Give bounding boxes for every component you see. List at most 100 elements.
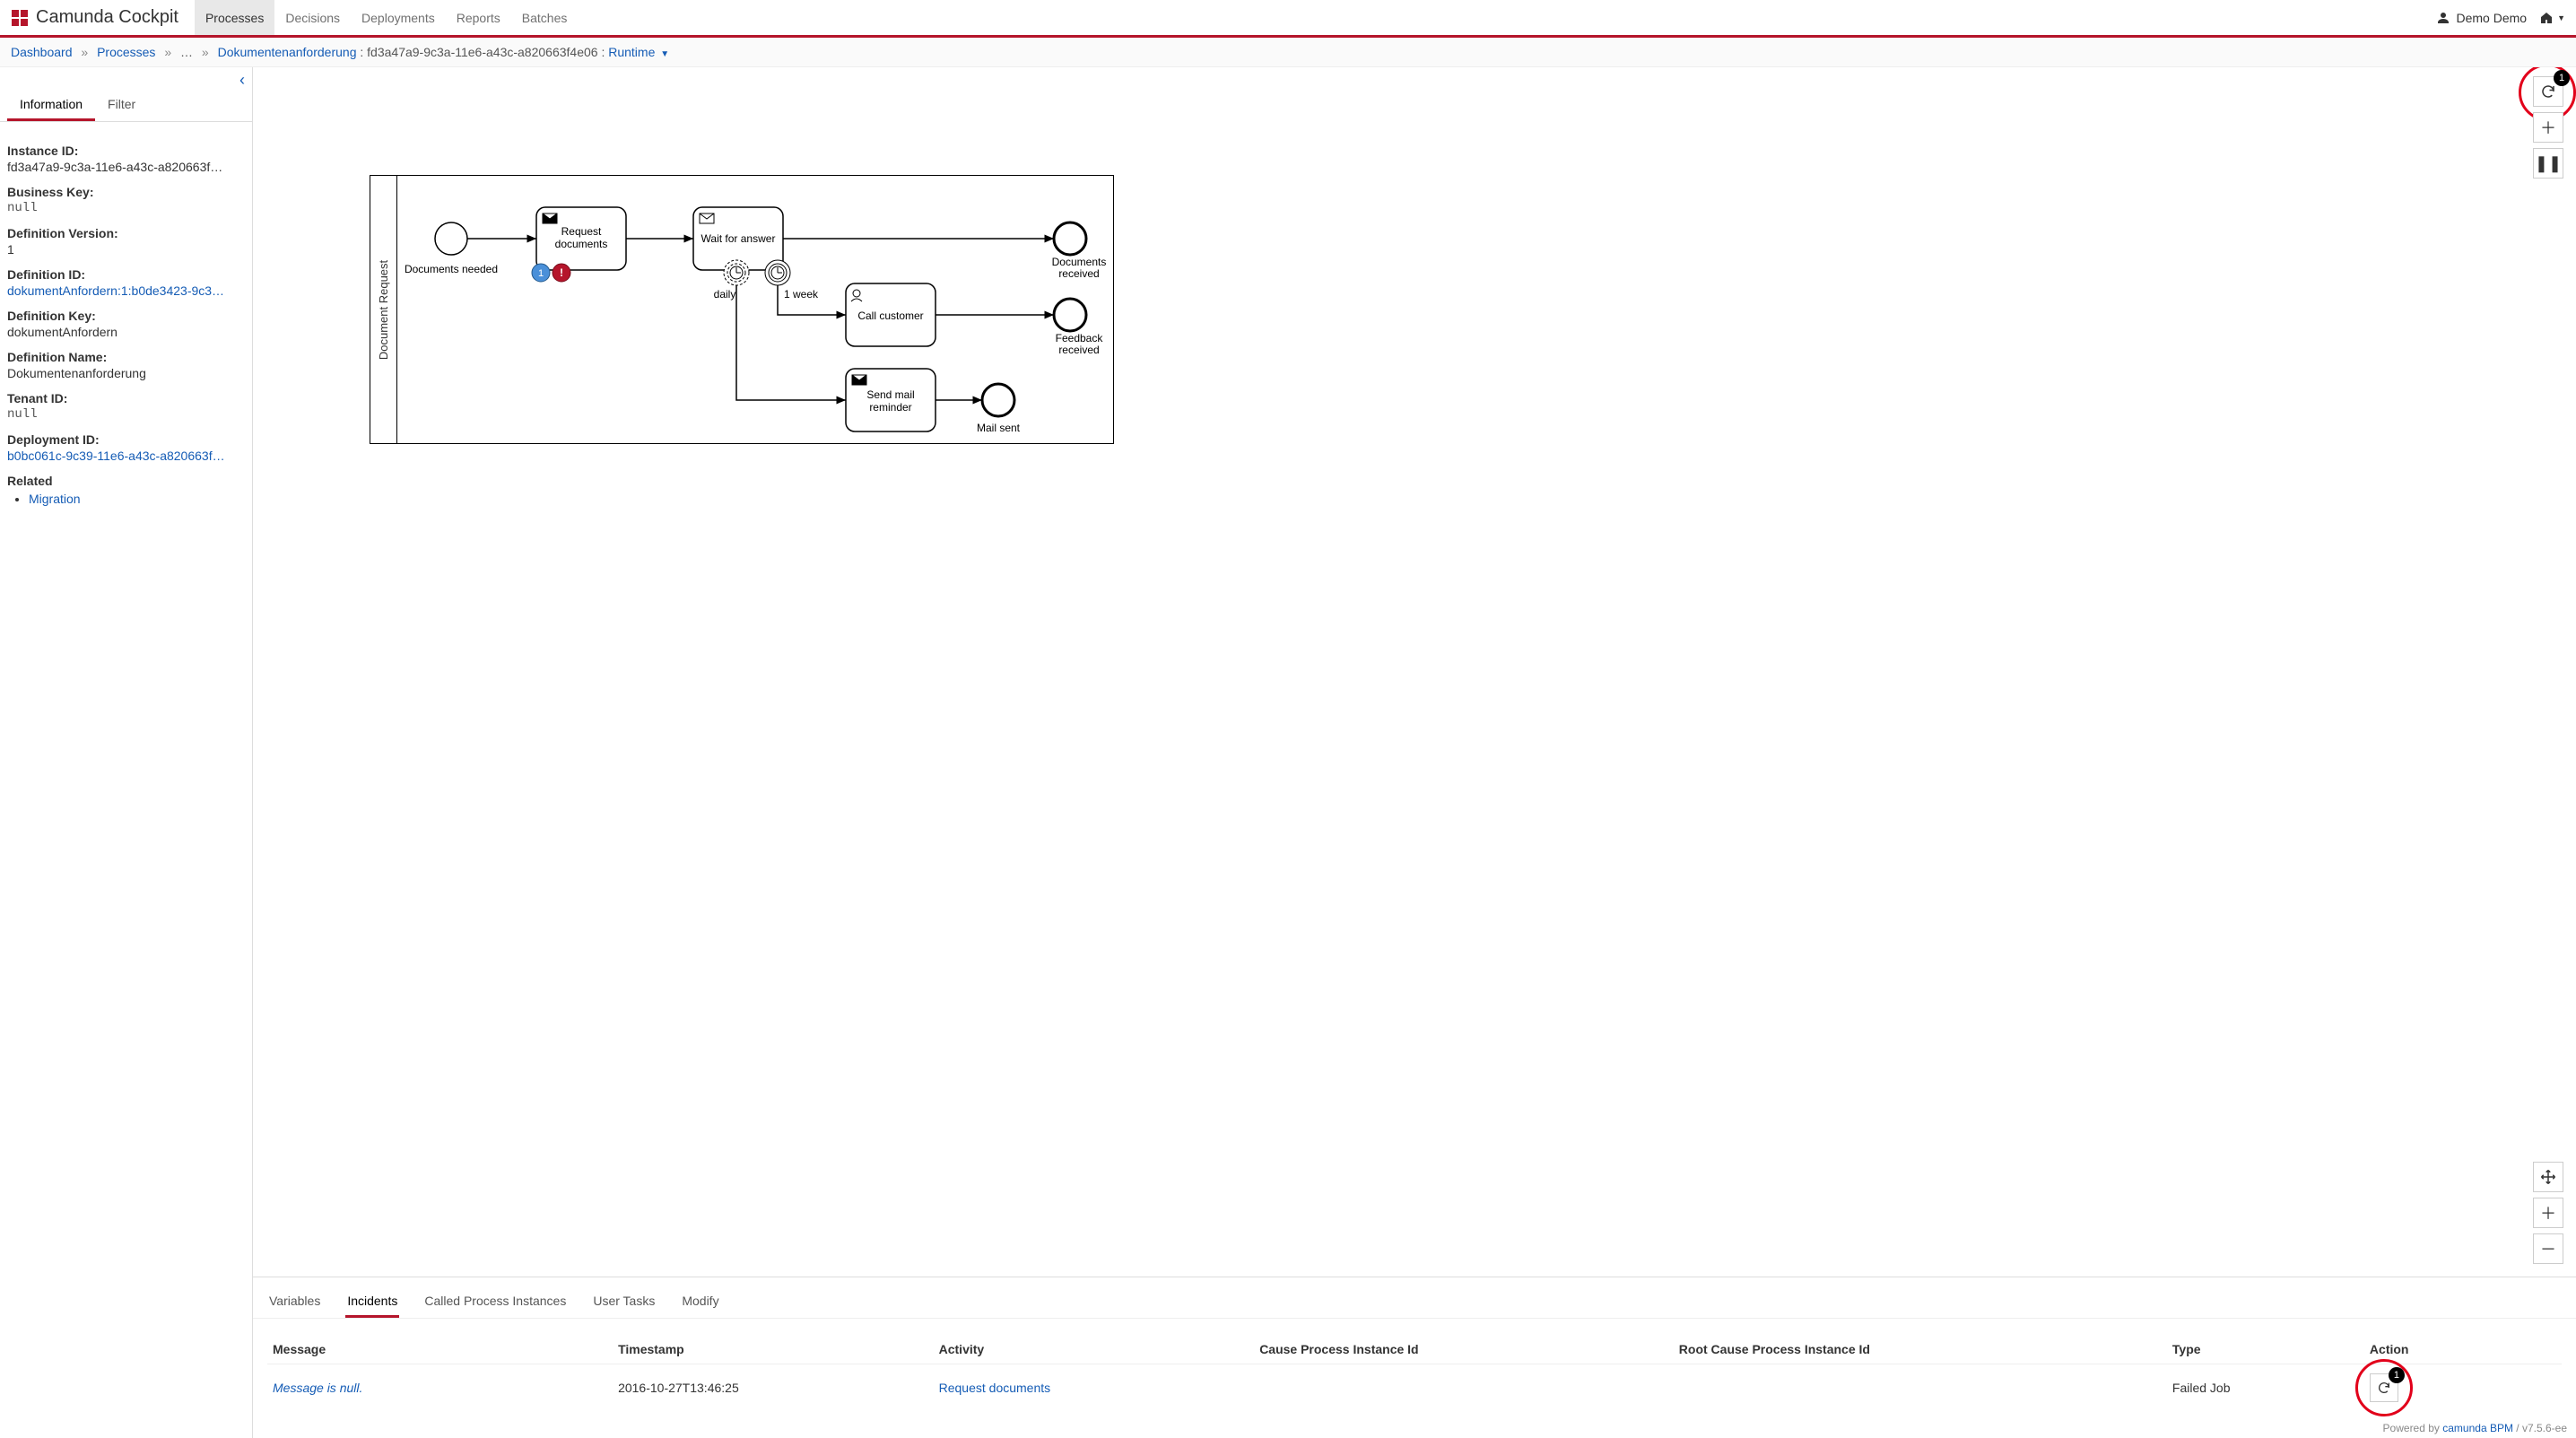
pool-label: Document Request bbox=[370, 176, 397, 443]
end-mail-label: Mail sent bbox=[977, 422, 1021, 434]
breadcrumb-instance-id: fd3a47a9-9c3a-11e6-a43c-a820663f4e06 bbox=[367, 45, 597, 59]
incident-type: Failed Job bbox=[2167, 1364, 2364, 1412]
nav-tab-batches[interactable]: Batches bbox=[511, 0, 579, 35]
incident-root-cause bbox=[1674, 1364, 2167, 1412]
pause-icon: ❚❚ bbox=[2535, 154, 2562, 173]
nav-tab-decisions[interactable]: Decisions bbox=[274, 0, 351, 35]
value-def-version: 1 bbox=[7, 242, 245, 257]
timer-daily-label: daily bbox=[714, 288, 736, 301]
token-count: 1 bbox=[538, 268, 544, 279]
sidebar-collapse[interactable]: ‹ bbox=[0, 67, 252, 90]
bpmn-diagram[interactable]: Document Request Documents needed Reques… bbox=[370, 175, 1114, 444]
nav-tabs: Processes Decisions Deployments Reports … bbox=[195, 0, 578, 35]
task-call-label: Call customer bbox=[857, 309, 923, 322]
app-switcher[interactable]: ▼ bbox=[2539, 11, 2565, 25]
end-event-feedback[interactable] bbox=[1054, 299, 1086, 331]
value-def-id[interactable]: dokumentAnfordern:1:b0de3423-9c3… bbox=[7, 283, 224, 298]
refresh-badge: 1 bbox=[2554, 70, 2570, 86]
task-wait-label: Wait for answer bbox=[701, 232, 776, 245]
end-docs-label2: received bbox=[1058, 267, 1099, 280]
link-migration[interactable]: Migration bbox=[29, 492, 81, 506]
value-business-key: null bbox=[7, 201, 245, 215]
end-docs-label1: Documents bbox=[1052, 256, 1107, 268]
breadcrumb-processes[interactable]: Processes bbox=[97, 45, 155, 59]
refresh-icon bbox=[2540, 83, 2556, 100]
breadcrumb-process-def[interactable]: Dokumentenanforderung bbox=[218, 45, 357, 59]
breadcrumb: Dashboard » Processes » … » Dokumentenan… bbox=[0, 38, 2576, 67]
brand-logo-icon bbox=[11, 9, 29, 27]
home-icon bbox=[2539, 11, 2554, 25]
plus-icon: ＋ bbox=[2540, 1201, 2556, 1224]
label-tenant-id: Tenant ID: bbox=[7, 391, 245, 405]
end-feedback-label1: Feedback bbox=[1056, 332, 1104, 344]
value-tenant-id: null bbox=[7, 407, 245, 422]
start-event-label: Documents needed bbox=[405, 263, 498, 275]
end-event-mail[interactable] bbox=[982, 384, 1014, 416]
task-request-label2: documents bbox=[555, 238, 608, 250]
th-cause[interactable]: Cause Process Instance Id bbox=[1254, 1335, 1674, 1364]
tab-user-tasks[interactable]: User Tasks bbox=[591, 1286, 657, 1318]
task-reminder-label2: reminder bbox=[869, 401, 911, 414]
incident-timestamp: 2016-10-27T13:46:25 bbox=[613, 1364, 934, 1412]
tab-called-instances[interactable]: Called Process Instances bbox=[422, 1286, 568, 1318]
timer-week-label: 1 week bbox=[784, 288, 819, 301]
sidebar-tab-filter[interactable]: Filter bbox=[95, 90, 148, 121]
value-instance-id: fd3a47a9-9c3a-11e6-a43c-a820663f… bbox=[7, 160, 245, 174]
sidebar-tab-information[interactable]: Information bbox=[7, 90, 95, 121]
th-timestamp[interactable]: Timestamp bbox=[613, 1335, 934, 1364]
incident-row: Message is null. 2016-10-27T13:46:25 Req… bbox=[267, 1364, 2562, 1412]
value-deployment-id[interactable]: b0bc061c-9c39-11e6-a43c-a820663f… bbox=[7, 449, 225, 463]
label-related: Related bbox=[7, 474, 245, 488]
task-reminder-label1: Send mail bbox=[866, 388, 914, 401]
th-action[interactable]: Action bbox=[2364, 1335, 2562, 1364]
end-feedback-label2: received bbox=[1058, 344, 1099, 356]
incidents-table: Message Timestamp Activity Cause Process… bbox=[267, 1335, 2562, 1411]
breadcrumb-dashboard[interactable]: Dashboard bbox=[11, 45, 73, 59]
sidebar: ‹ Information Filter Instance ID: fd3a47… bbox=[0, 67, 253, 1438]
label-def-name: Definition Name: bbox=[7, 350, 245, 364]
label-def-version: Definition Version: bbox=[7, 226, 245, 240]
breadcrumb-ellipsis: … bbox=[180, 45, 193, 59]
value-def-name: Dokumentenanforderung bbox=[7, 366, 245, 380]
retry-job-button[interactable]: 1 bbox=[2370, 1373, 2398, 1402]
label-deployment-id: Deployment ID: bbox=[7, 432, 245, 447]
label-def-id: Definition ID: bbox=[7, 267, 245, 282]
suspend-button[interactable]: ❚❚ bbox=[2533, 148, 2563, 179]
value-def-key: dokumentAnfordern bbox=[7, 325, 245, 339]
th-message[interactable]: Message bbox=[267, 1335, 613, 1364]
top-navbar: Camunda Cockpit Processes Decisions Depl… bbox=[0, 0, 2576, 38]
main-area: 1 ＋ ❚❚ ＋ － Document Request bbox=[253, 67, 2576, 1438]
refresh-button[interactable]: 1 bbox=[2533, 76, 2563, 107]
incident-mark: ! bbox=[560, 266, 563, 279]
zoom-in-button[interactable]: ＋ bbox=[2533, 1198, 2563, 1228]
user-name: Demo Demo bbox=[2456, 11, 2527, 25]
incident-message[interactable]: Message is null. bbox=[273, 1381, 362, 1395]
end-event-documents[interactable] bbox=[1054, 222, 1086, 255]
nav-tab-reports[interactable]: Reports bbox=[446, 0, 511, 35]
brand-text: Camunda Cockpit bbox=[36, 7, 178, 28]
tab-modify[interactable]: Modify bbox=[680, 1286, 720, 1318]
label-instance-id: Instance ID: bbox=[7, 144, 245, 158]
diagram-area[interactable]: 1 ＋ ❚❚ ＋ － Document Request bbox=[253, 67, 2576, 1277]
label-def-key: Definition Key: bbox=[7, 309, 245, 323]
start-event[interactable] bbox=[435, 222, 467, 255]
th-activity[interactable]: Activity bbox=[934, 1335, 1255, 1364]
move-icon bbox=[2540, 1169, 2556, 1185]
tab-variables[interactable]: Variables bbox=[267, 1286, 322, 1318]
breadcrumb-runtime-dropdown[interactable]: Runtime ▼ bbox=[608, 45, 669, 59]
th-root-cause[interactable]: Root Cause Process Instance Id bbox=[1674, 1335, 2167, 1364]
brand[interactable]: Camunda Cockpit bbox=[11, 7, 178, 28]
th-type[interactable]: Type bbox=[2167, 1335, 2364, 1364]
nav-tab-processes[interactable]: Processes bbox=[195, 0, 274, 35]
tab-incidents[interactable]: Incidents bbox=[345, 1286, 399, 1318]
zoom-out-button[interactable]: － bbox=[2533, 1233, 2563, 1264]
reset-view-button[interactable] bbox=[2533, 1162, 2563, 1192]
incident-cause bbox=[1254, 1364, 1674, 1412]
user-icon bbox=[2436, 11, 2450, 25]
nav-tab-deployments[interactable]: Deployments bbox=[351, 0, 446, 35]
footer-product-link[interactable]: camunda BPM bbox=[2442, 1422, 2513, 1434]
incident-activity[interactable]: Request documents bbox=[939, 1381, 1051, 1395]
add-button[interactable]: ＋ bbox=[2533, 112, 2563, 143]
refresh-icon bbox=[2377, 1381, 2391, 1395]
user-menu[interactable]: Demo Demo bbox=[2436, 11, 2527, 25]
